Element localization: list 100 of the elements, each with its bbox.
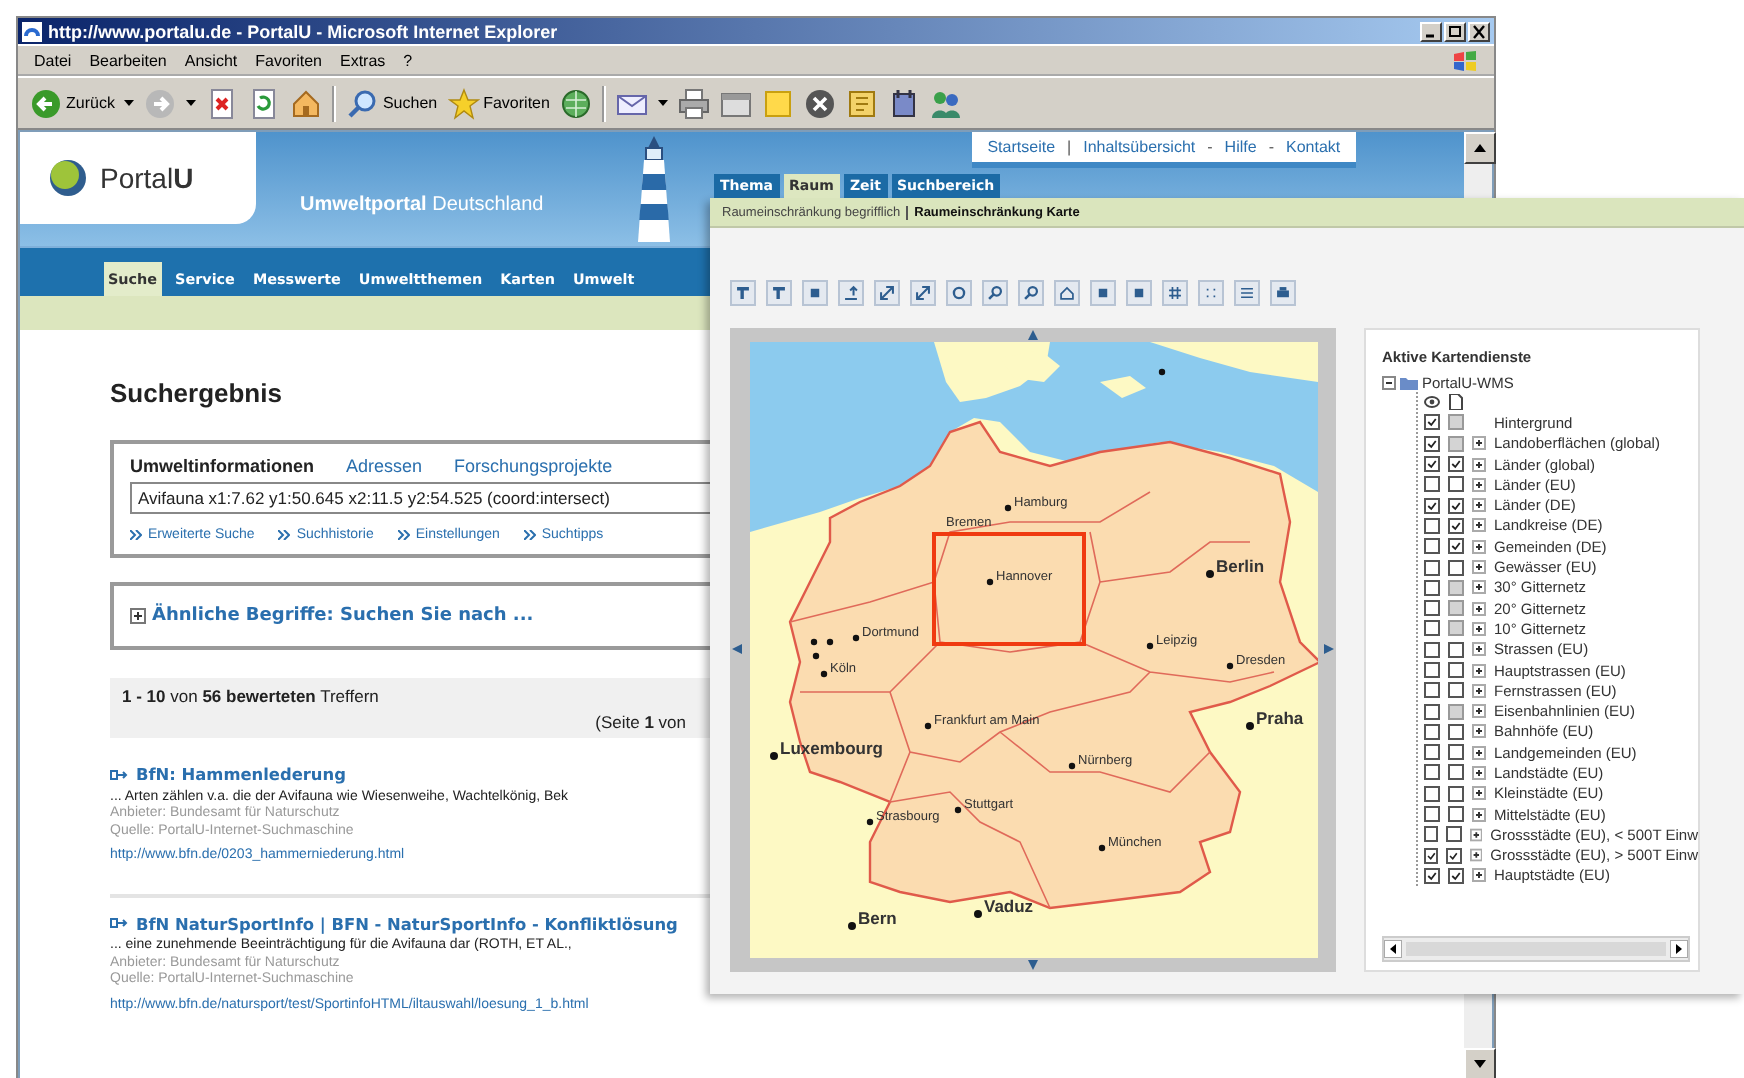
expand-icon[interactable]: [130, 608, 146, 624]
checkbox[interactable]: [1448, 682, 1464, 699]
search-button[interactable]: Suchen: [346, 87, 438, 119]
selection-rectangle[interactable]: [931, 532, 1085, 646]
magnifier-icon[interactable]: [1018, 280, 1044, 306]
back-button[interactable]: Zurück: [30, 87, 115, 119]
checkbox[interactable]: [1448, 723, 1464, 740]
checkbox[interactable]: [1424, 456, 1440, 473]
expand-icon[interactable]: [1472, 724, 1486, 739]
printer-icon[interactable]: [677, 87, 710, 119]
menu-item[interactable]: ?: [403, 51, 413, 69]
expand-icon[interactable]: [1469, 827, 1483, 842]
checkbox[interactable]: [1424, 414, 1440, 431]
checkbox[interactable]: [1424, 600, 1440, 617]
checkbox[interactable]: [1424, 826, 1439, 843]
scroll-up-button[interactable]: [1464, 132, 1496, 164]
expand-icon[interactable]: [1472, 786, 1486, 801]
expand-icon[interactable]: [1472, 621, 1486, 636]
checkbox[interactable]: [1448, 662, 1464, 678]
related-terms-link[interactable]: Ähnliche Begriffe: Suchen Sie nach ...: [152, 606, 534, 626]
dots-icon[interactable]: [1198, 280, 1224, 306]
checkbox[interactable]: [1424, 682, 1440, 699]
checkbox[interactable]: [1448, 641, 1464, 658]
favorites-button[interactable]: Favoriten: [447, 87, 550, 119]
expand-icon[interactable]: [1472, 663, 1486, 677]
pan-arrow-icon[interactable]: [732, 644, 742, 654]
window-icon[interactable]: [719, 87, 752, 119]
expand-icon[interactable]: [1472, 704, 1486, 719]
checkbox[interactable]: [1424, 703, 1440, 720]
checkbox[interactable]: [1448, 538, 1464, 555]
checkbox[interactable]: [1424, 435, 1440, 452]
expand-icon[interactable]: [1472, 868, 1486, 883]
search-tab[interactable]: Forschungsprojekte: [454, 456, 613, 476]
expand-icon[interactable]: [1472, 539, 1486, 554]
arrow-icon[interactable]: [838, 280, 864, 306]
checkbox[interactable]: [1424, 764, 1440, 781]
globe-icon[interactable]: [559, 87, 592, 119]
checkbox[interactable]: [1424, 847, 1439, 864]
checkbox[interactable]: [1424, 744, 1440, 761]
checkbox[interactable]: [1448, 867, 1464, 884]
checkbox[interactable]: [1424, 867, 1440, 884]
expand-icon[interactable]: [1472, 683, 1486, 698]
expand-icon[interactable]: [1472, 436, 1486, 451]
checkbox[interactable]: [1424, 620, 1440, 637]
result-title-link[interactable]: BfN NaturSportInfo | BFN - NaturSportInfo - Konfliktlösung: [136, 915, 678, 932]
checkbox[interactable]: [1448, 456, 1464, 473]
expand-icon[interactable]: [1472, 560, 1486, 575]
house-icon[interactable]: [1054, 280, 1080, 306]
printer-icon[interactable]: [1270, 280, 1296, 306]
expand-icon[interactable]: [1472, 745, 1486, 760]
refresh-icon[interactable]: [248, 87, 281, 119]
checkbox[interactable]: [1424, 662, 1440, 678]
pan-arrow-icon[interactable]: [1324, 644, 1334, 654]
checkbox[interactable]: [1424, 517, 1440, 534]
square-icon[interactable]: [1090, 280, 1116, 306]
expand-icon[interactable]: [1472, 498, 1486, 513]
header-link[interactable]: Hilfe: [1224, 138, 1257, 156]
scroll-down-button[interactable]: [1464, 1048, 1496, 1078]
checkbox[interactable]: [1448, 476, 1464, 493]
checkbox[interactable]: [1448, 744, 1464, 761]
pan-arrow-icon[interactable]: [1028, 960, 1038, 970]
dropdown-caret-icon[interactable]: [657, 99, 668, 107]
home-icon[interactable]: [290, 87, 323, 119]
x-circle-icon[interactable]: [803, 87, 836, 119]
expand-icon[interactable]: [1472, 807, 1486, 822]
minimize-button[interactable]: [1420, 21, 1442, 41]
result-title-link[interactable]: BfN: Hammenlederung: [136, 766, 346, 783]
people-icon[interactable]: [929, 87, 962, 119]
menu-item[interactable]: Bearbeiten: [89, 51, 167, 69]
checkbox[interactable]: [1448, 517, 1464, 534]
circle-icon[interactable]: [946, 280, 972, 306]
menu-item[interactable]: Favoriten: [255, 51, 322, 69]
checkbox[interactable]: [1446, 847, 1462, 864]
checkbox[interactable]: [1424, 806, 1440, 823]
checkbox[interactable]: [1448, 806, 1464, 823]
maximize-button[interactable]: [1444, 21, 1466, 41]
header-link[interactable]: Kontakt: [1285, 138, 1341, 156]
expand-icon[interactable]: [1472, 477, 1486, 492]
expand-icon[interactable]: [1472, 642, 1486, 657]
checkbox[interactable]: [1424, 476, 1440, 493]
square-icon[interactable]: [802, 280, 828, 306]
checkbox[interactable]: [1424, 641, 1440, 658]
checkbox[interactable]: [1424, 497, 1440, 514]
expand-icon[interactable]: [1472, 765, 1486, 780]
checkbox[interactable]: [1424, 579, 1440, 596]
checkbox[interactable]: [1446, 826, 1462, 843]
search-tab[interactable]: Adressen: [346, 456, 423, 476]
header-link[interactable]: Startseite: [987, 138, 1056, 156]
menu-item[interactable]: Extras: [339, 51, 386, 69]
expand-icon[interactable]: [1472, 601, 1486, 616]
square-icon[interactable]: [1126, 280, 1152, 306]
magnifier-icon[interactable]: [982, 280, 1008, 306]
header-link[interactable]: Inhaltsübersicht: [1083, 138, 1196, 156]
checkbox[interactable]: [1448, 785, 1464, 802]
search-tab[interactable]: Umweltinformationen: [130, 456, 315, 476]
list-icon[interactable]: [1234, 280, 1260, 306]
dropdown-caret-icon[interactable]: [124, 99, 135, 107]
close-button[interactable]: [1468, 21, 1490, 41]
expand-icon[interactable]: [1469, 848, 1483, 863]
expand-icon[interactable]: [1472, 457, 1486, 472]
